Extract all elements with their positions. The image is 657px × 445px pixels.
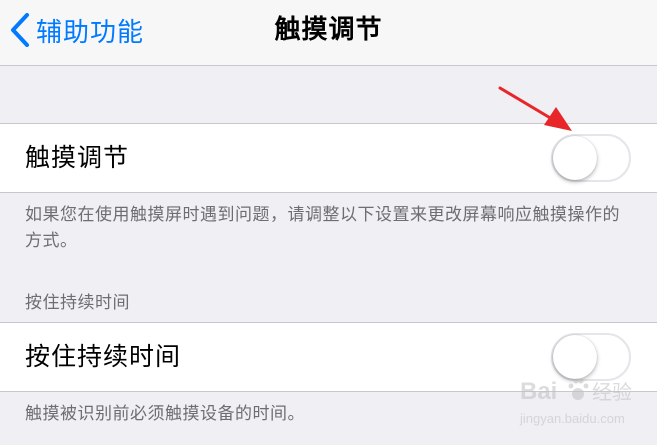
hold-duration-toggle[interactable]	[551, 333, 631, 381]
touch-accommodations-toggle[interactable]	[551, 134, 631, 182]
touch-accommodations-footer: 如果您在使用触摸屏时遇到问题，请调整以下设置来更改屏幕响应触摸操作的方式。	[25, 205, 620, 251]
toggle-knob	[553, 335, 597, 379]
hold-duration-section-header: 按住持续时间	[25, 293, 130, 313]
touch-accommodations-row: 触摸调节	[0, 123, 657, 193]
hold-duration-row: 按住持续时间	[0, 322, 657, 392]
toggle-knob	[553, 136, 597, 180]
hold-duration-footer: 触摸被识别前必须触摸设备的时间。	[25, 404, 305, 424]
page-title: 触摸调节	[274, 15, 383, 45]
touch-accommodations-label: 触摸调节	[25, 143, 130, 172]
hold-duration-label: 按住持续时间	[25, 342, 182, 371]
navigation-bar: 辅助功能 触摸调节	[0, 0, 657, 66]
